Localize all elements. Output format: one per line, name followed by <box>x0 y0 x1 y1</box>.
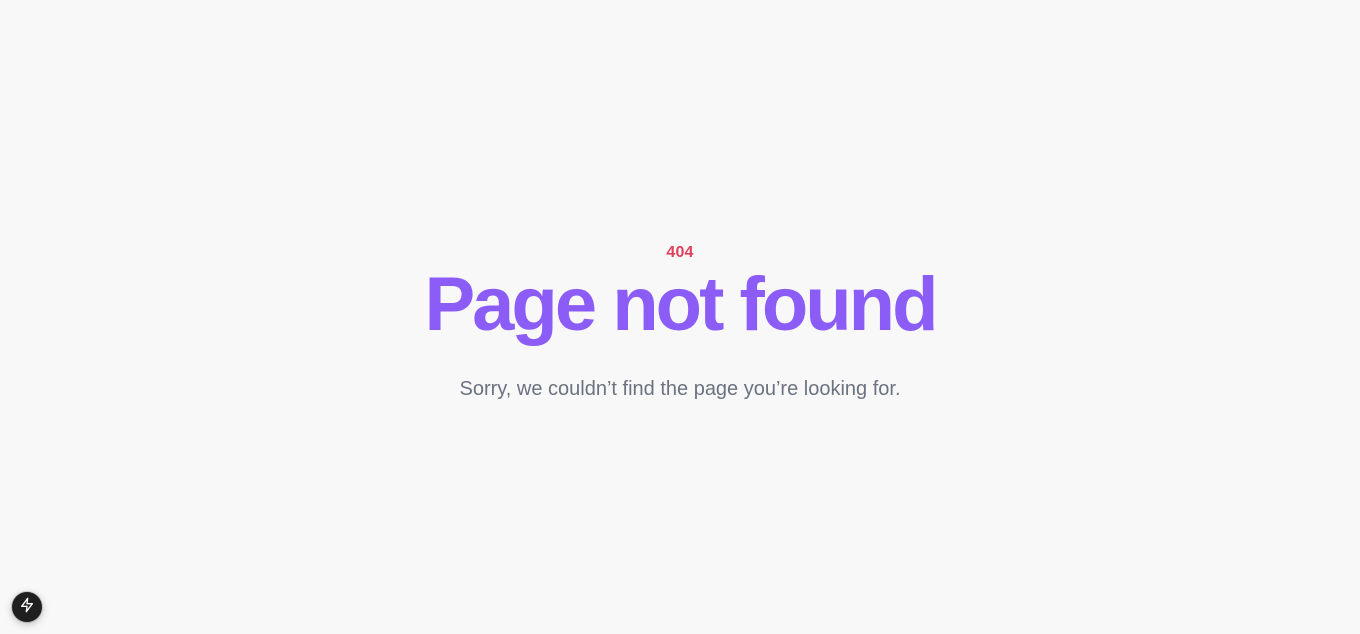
dev-tools-button[interactable] <box>12 592 42 622</box>
error-message: Sorry, we couldn’t find the page you’re … <box>459 378 901 400</box>
page-title: Page not found <box>424 262 938 347</box>
error-content: 404 Page not found Sorry, we couldn’t fi… <box>0 243 1360 403</box>
error-code: 404 <box>666 244 694 261</box>
lightning-bolt-icon <box>19 597 35 618</box>
not-found-page: 404 Page not found Sorry, we couldn’t fi… <box>0 0 1360 634</box>
